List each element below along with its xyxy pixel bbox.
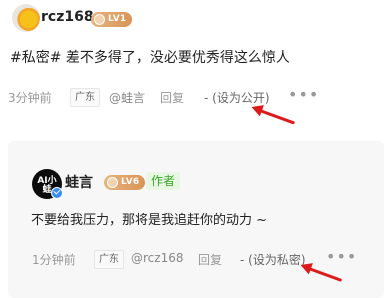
region-badge: 广东 [94,250,124,269]
reply-username[interactable]: 蛙言 [65,172,93,192]
level-badge: LV1 [91,12,133,27]
region-badge: 广东 [70,88,100,107]
comment-username[interactable]: rcz168 [41,9,94,25]
level-badge-text: LV1 [108,14,127,24]
more-options-icon[interactable]: ••• [288,85,319,104]
comment-item: rcz168 LV1 #私密# 差不多得了，没必要优秀得这么惊人 3分钟前 广东… [8,0,388,115]
level-badge: LV6 [104,175,146,190]
comment-text: #私密# 差不多得了，没必要优秀得这么惊人 [10,50,290,66]
mention-link[interactable]: @蛙言 [109,89,145,106]
reply-text: 不要给我压力，那将是我追赶你的动力 ~ [31,213,268,228]
level-icon [107,177,118,188]
more-options-icon[interactable]: ••• [326,247,357,266]
mention-link[interactable]: @rcz168 [131,251,183,265]
level-badge-text: LV6 [121,177,140,187]
level-icon [94,14,105,25]
reply-button[interactable]: 回复 [198,251,222,268]
verified-icon [51,187,63,199]
reply-time: 1分钟前 [32,253,76,267]
set-private-button[interactable]: - (设为私密) [240,251,306,268]
comment-time: 3分钟前 [8,91,52,105]
author-tag: 作者 [146,172,181,190]
reply-button[interactable]: 回复 [160,89,184,106]
avatar[interactable] [12,4,40,32]
